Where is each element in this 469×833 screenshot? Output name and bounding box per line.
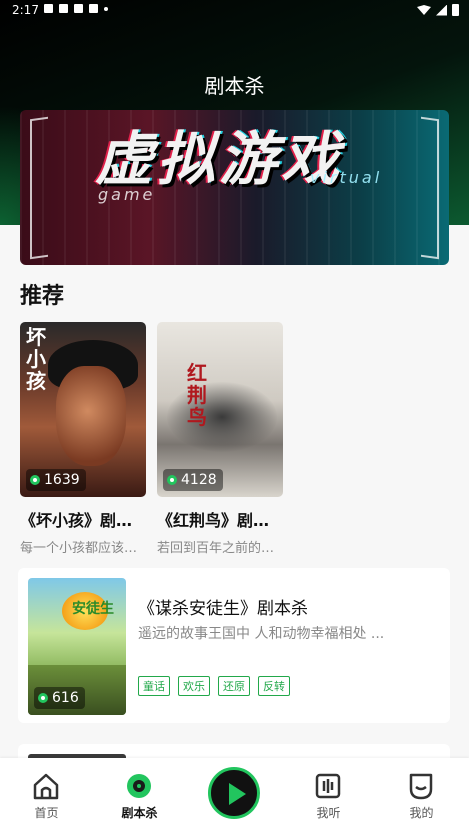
- list-desc: 遥远的故事王国中 人和动物幸福相处 ...: [138, 626, 385, 642]
- tab-label: 我听: [316, 806, 341, 820]
- tab-listen[interactable]: 我听: [282, 758, 375, 833]
- recommend-desc: 每一个小孩都应该被爱: [20, 541, 146, 556]
- banner-subtitle-right: virtual: [310, 168, 383, 187]
- bottom-tab-bar: 首页 剧本杀 我听 我的: [0, 758, 469, 833]
- notification-icon: [74, 4, 83, 13]
- recommend-card[interactable]: 坏小孩 1639 《坏小孩》剧本杀 每一个小孩都应该被爱: [20, 322, 146, 556]
- cover-title: 安徒生: [72, 601, 114, 617]
- play-count: 616: [34, 687, 85, 709]
- notification-icons: [44, 4, 108, 13]
- tag[interactable]: 童话: [138, 676, 170, 696]
- status-bar: 2:17: [0, 0, 469, 22]
- banner[interactable]: 虚拟游戏 game virtual: [20, 110, 449, 265]
- recommend-title[interactable]: 《红荆鸟》剧本杀: [157, 507, 283, 531]
- status-time: 2:17: [12, 3, 39, 17]
- wifi-icon: [417, 5, 431, 15]
- section-title-recommend: 推荐: [20, 284, 65, 309]
- more-notifications-icon: [104, 7, 108, 11]
- banner-frame-left: [30, 116, 48, 260]
- play-count: 1639: [26, 469, 86, 491]
- play-count-icon: [38, 693, 48, 703]
- tag-list: 童话 欢乐 还原 反转: [138, 676, 290, 696]
- recommend-cover[interactable]: 红荆鸟 4128: [157, 322, 283, 497]
- recommend-title[interactable]: 《坏小孩》剧本杀: [20, 507, 146, 531]
- system-icons: [417, 4, 459, 16]
- recommend-card[interactable]: 红荆鸟 4128 《红荆鸟》剧本杀 若回到百年之前的那一天: [157, 322, 283, 556]
- banner-frame-right: [421, 116, 439, 260]
- play-count-icon: [30, 475, 40, 485]
- notification-icon: [89, 4, 98, 13]
- banner-title: 虚拟游戏: [95, 125, 344, 193]
- notification-icon: [59, 4, 68, 13]
- notification-icon: [44, 4, 53, 13]
- tab-label: 剧本杀: [121, 806, 158, 820]
- listen-icon: [315, 773, 341, 799]
- tag[interactable]: 还原: [218, 676, 250, 696]
- tag[interactable]: 欢乐: [178, 676, 210, 696]
- signal-icon: [436, 4, 447, 16]
- tag[interactable]: 反转: [258, 676, 290, 696]
- list-title[interactable]: 《谋杀安徒生》剧本杀: [138, 594, 308, 619]
- tab-home[interactable]: 首页: [0, 758, 93, 833]
- list-item[interactable]: 安徒生 616 《谋杀安徒生》剧本杀 遥远的故事王国中 人和动物幸福相处 ...…: [18, 568, 450, 723]
- cover-title: 红荆鸟: [187, 361, 207, 429]
- script-icon: [127, 774, 151, 798]
- recommend-desc: 若回到百年之前的那一天: [157, 541, 283, 556]
- play-count: 4128: [163, 469, 223, 491]
- profile-icon: [409, 773, 433, 800]
- home-icon: [33, 773, 59, 800]
- page-title: 剧本杀: [204, 74, 265, 98]
- play-button[interactable]: [208, 767, 260, 819]
- play-count-value: 1639: [44, 472, 80, 488]
- tab-label: 首页: [34, 806, 59, 820]
- play-count-value: 4128: [181, 472, 217, 488]
- tab-mine[interactable]: 我的: [375, 758, 468, 833]
- play-count-icon: [167, 475, 177, 485]
- tab-script[interactable]: 剧本杀: [93, 758, 186, 833]
- play-count-value: 616: [52, 690, 79, 706]
- tab-label: 我的: [409, 806, 434, 820]
- battery-icon: [452, 4, 459, 16]
- cover-title: 坏小孩: [26, 325, 46, 393]
- list-cover[interactable]: 安徒生 616: [28, 578, 126, 715]
- recommend-cover[interactable]: 坏小孩 1639: [20, 322, 146, 497]
- banner-subtitle-left: game: [98, 185, 156, 204]
